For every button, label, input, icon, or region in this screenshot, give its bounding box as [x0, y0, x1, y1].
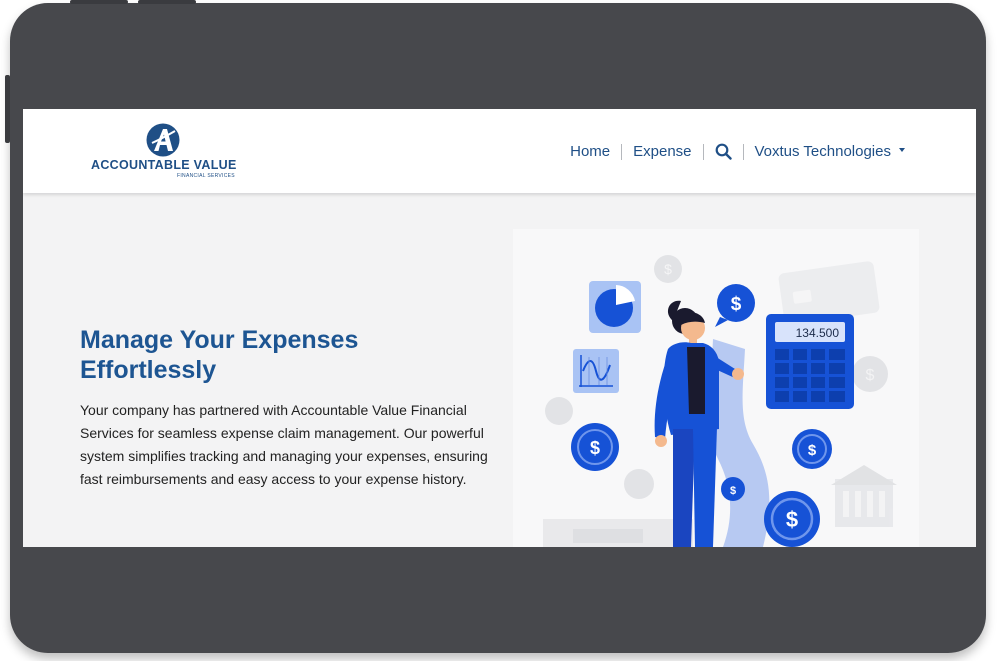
- svg-text:$: $: [730, 485, 736, 497]
- tablet-side-button: [5, 75, 10, 143]
- nav-home-link[interactable]: Home: [559, 143, 621, 160]
- search-button[interactable]: [704, 143, 743, 160]
- top-navbar: ACCOUNTABLE VALUE FINANCIAL SERVICES Hom…: [23, 109, 976, 193]
- svg-text:$: $: [664, 261, 672, 277]
- screen: ACCOUNTABLE VALUE FINANCIAL SERVICES Hom…: [23, 109, 976, 547]
- main-nav: Home Expense Voxtus Technologies: [559, 143, 916, 160]
- coin-icon: $: [764, 491, 820, 547]
- hero-description: Your company has partnered with Accounta…: [80, 402, 488, 487]
- svg-text:$: $: [590, 438, 600, 458]
- bank-icon: [831, 465, 897, 527]
- company-name: Voxtus Technologies: [754, 143, 892, 160]
- svg-text:$: $: [866, 367, 875, 384]
- coin-icon: $: [721, 477, 745, 501]
- calculator-display: 134.500: [796, 326, 840, 340]
- background-coin-icon: [545, 397, 573, 425]
- nav-expense-link[interactable]: Expense: [622, 143, 702, 160]
- pie-chart-icon: [589, 281, 641, 333]
- dollar-bubble-icon: $: [715, 284, 755, 327]
- background-coin-icon: [624, 469, 654, 499]
- company-dropdown[interactable]: Voxtus Technologies: [744, 143, 917, 160]
- tablet-top-button: [70, 0, 128, 4]
- svg-text:$: $: [808, 442, 817, 459]
- line-chart-icon: [573, 349, 619, 393]
- tablet-top-button: [138, 0, 196, 4]
- coin-icon: $: [571, 423, 619, 471]
- brand-logo[interactable]: ACCOUNTABLE VALUE FINANCIAL SERVICES: [91, 123, 241, 181]
- brand-name: ACCOUNTABLE VALUE: [91, 158, 237, 172]
- chevron-down-icon: [899, 148, 905, 153]
- expense-illustration: $ $ $ 134.500 $ $ $ $: [543, 255, 897, 547]
- calculator-icon: 134.500: [766, 314, 854, 409]
- svg-text:$: $: [786, 507, 798, 532]
- search-icon: [715, 143, 732, 160]
- brand-mark-icon: [146, 123, 180, 157]
- brand-subtitle: FINANCIAL SERVICES: [177, 173, 235, 179]
- hero-title: Manage Your Expenses Effortlessly: [80, 326, 359, 384]
- hero-illustration: $ $ $ 134.500 $ $ $ $: [513, 229, 919, 547]
- coin-icon: $: [792, 429, 832, 469]
- svg-text:$: $: [731, 294, 742, 315]
